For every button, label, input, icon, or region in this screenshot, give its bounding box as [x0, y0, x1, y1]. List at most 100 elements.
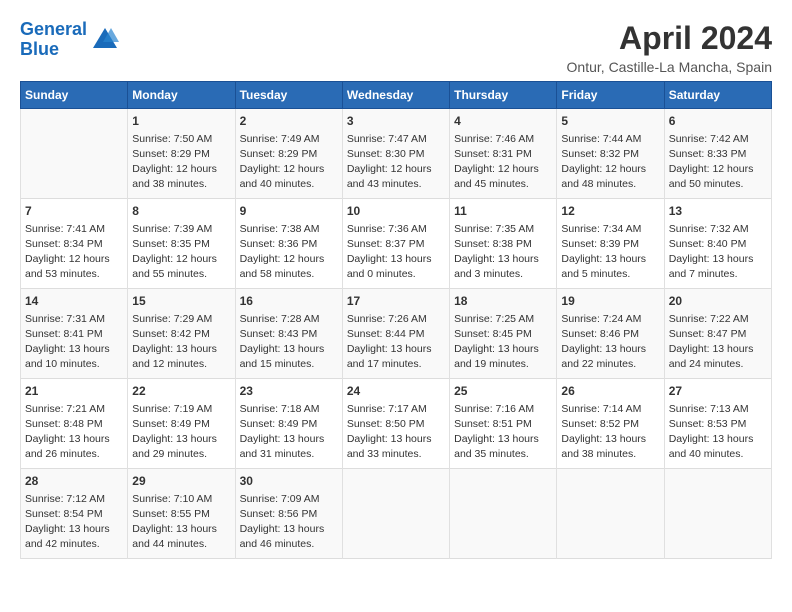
calendar-cell: 10 Sunrise: 7:36 AM Sunset: 8:37 PM Dayli… — [342, 199, 449, 289]
week-row-1: 1 Sunrise: 7:50 AM Sunset: 8:29 PM Daylig… — [21, 109, 772, 199]
day-info: Sunrise: 7:38 AM Sunset: 8:36 PM Dayligh… — [240, 222, 338, 283]
day-number: 23 — [240, 383, 338, 400]
header-day-saturday: Saturday — [664, 82, 771, 109]
header-day-friday: Friday — [557, 82, 664, 109]
day-number: 18 — [454, 293, 552, 310]
day-number: 5 — [561, 113, 659, 130]
week-row-5: 28 Sunrise: 7:12 AM Sunset: 8:54 PM Dayli… — [21, 469, 772, 559]
page-header: GeneralBlue April 2024 Ontur, Castille-L… — [20, 20, 772, 75]
calendar-cell: 3 Sunrise: 7:47 AM Sunset: 8:30 PM Daylig… — [342, 109, 449, 199]
day-info: Sunrise: 7:32 AM Sunset: 8:40 PM Dayligh… — [669, 222, 767, 283]
calendar-cell — [450, 469, 557, 559]
calendar-cell: 20Sunrise: 7:22 AM Sunset: 8:47 PM Dayli… — [664, 289, 771, 379]
calendar-table: SundayMondayTuesdayWednesdayThursdayFrid… — [20, 81, 772, 559]
calendar-body: 1 Sunrise: 7:50 AM Sunset: 8:29 PM Daylig… — [21, 109, 772, 559]
header-day-thursday: Thursday — [450, 82, 557, 109]
day-number: 27 — [669, 383, 767, 400]
day-info: Sunrise: 7:39 AM Sunset: 8:35 PM Dayligh… — [132, 222, 230, 283]
day-number: 14 — [25, 293, 123, 310]
day-number: 16 — [240, 293, 338, 310]
day-number: 30 — [240, 473, 338, 490]
day-info: Sunrise: 7:36 AM Sunset: 8:37 PM Dayligh… — [347, 222, 445, 283]
day-number: 11 — [454, 203, 552, 220]
day-number: 24 — [347, 383, 445, 400]
day-info: Sunrise: 7:47 AM Sunset: 8:30 PM Dayligh… — [347, 132, 445, 193]
calendar-cell: 15Sunrise: 7:29 AM Sunset: 8:42 PM Dayli… — [128, 289, 235, 379]
day-info: Sunrise: 7:17 AM Sunset: 8:50 PM Dayligh… — [347, 402, 445, 463]
day-number: 4 — [454, 113, 552, 130]
day-number: 26 — [561, 383, 659, 400]
day-info: Sunrise: 7:09 AM Sunset: 8:56 PM Dayligh… — [240, 492, 338, 553]
calendar-cell: 25Sunrise: 7:16 AM Sunset: 8:51 PM Dayli… — [450, 379, 557, 469]
calendar-cell: 30 Sunrise: 7:09 AM Sunset: 8:56 PM Dayli… — [235, 469, 342, 559]
calendar-cell: 6 Sunrise: 7:42 AM Sunset: 8:33 PM Daylig… — [664, 109, 771, 199]
calendar-cell: 26 Sunrise: 7:14 AM Sunset: 8:52 PM Dayli… — [557, 379, 664, 469]
day-number: 3 — [347, 113, 445, 130]
day-number: 17 — [347, 293, 445, 310]
calendar-cell: 13Sunrise: 7:32 AM Sunset: 8:40 PM Dayli… — [664, 199, 771, 289]
calendar-cell — [342, 469, 449, 559]
day-number: 1 — [132, 113, 230, 130]
day-number: 6 — [669, 113, 767, 130]
calendar-cell: 2Sunrise: 7:49 AM Sunset: 8:29 PM Daylig… — [235, 109, 342, 199]
day-number: 2 — [240, 113, 338, 130]
calendar-cell: 8 Sunrise: 7:39 AM Sunset: 8:35 PM Daylig… — [128, 199, 235, 289]
day-info: Sunrise: 7:31 AM Sunset: 8:41 PM Dayligh… — [25, 312, 123, 373]
day-info: Sunrise: 7:35 AM Sunset: 8:38 PM Dayligh… — [454, 222, 552, 283]
logo-icon — [91, 26, 119, 54]
calendar-cell: 29 Sunrise: 7:10 AM Sunset: 8:55 PM Dayli… — [128, 469, 235, 559]
calendar-cell: 1 Sunrise: 7:50 AM Sunset: 8:29 PM Daylig… — [128, 109, 235, 199]
calendar-cell: 19 Sunrise: 7:24 AM Sunset: 8:46 PM Dayli… — [557, 289, 664, 379]
day-number: 8 — [132, 203, 230, 220]
calendar-cell: 18 Sunrise: 7:25 AM Sunset: 8:45 PM Dayli… — [450, 289, 557, 379]
calendar-cell: 9 Sunrise: 7:38 AM Sunset: 8:36 PM Daylig… — [235, 199, 342, 289]
day-number: 20 — [669, 293, 767, 310]
day-info: Sunrise: 7:19 AM Sunset: 8:49 PM Dayligh… — [132, 402, 230, 463]
calendar-cell: 5Sunrise: 7:44 AM Sunset: 8:32 PM Daylig… — [557, 109, 664, 199]
calendar-cell: 17 Sunrise: 7:26 AM Sunset: 8:44 PM Dayli… — [342, 289, 449, 379]
day-number: 12 — [561, 203, 659, 220]
week-row-2: 7Sunrise: 7:41 AM Sunset: 8:34 PM Daylig… — [21, 199, 772, 289]
week-row-3: 14 Sunrise: 7:31 AM Sunset: 8:41 PM Dayli… — [21, 289, 772, 379]
calendar-cell — [664, 469, 771, 559]
day-info: Sunrise: 7:41 AM Sunset: 8:34 PM Dayligh… — [25, 222, 123, 283]
subtitle: Ontur, Castille-La Mancha, Spain — [567, 59, 772, 75]
day-info: Sunrise: 7:46 AM Sunset: 8:31 PM Dayligh… — [454, 132, 552, 193]
day-info: Sunrise: 7:12 AM Sunset: 8:54 PM Dayligh… — [25, 492, 123, 553]
logo-text: GeneralBlue — [20, 20, 87, 60]
day-info: Sunrise: 7:29 AM Sunset: 8:42 PM Dayligh… — [132, 312, 230, 373]
calendar-cell — [557, 469, 664, 559]
header-day-wednesday: Wednesday — [342, 82, 449, 109]
calendar-cell: 22 Sunrise: 7:19 AM Sunset: 8:49 PM Dayli… — [128, 379, 235, 469]
day-info: Sunrise: 7:14 AM Sunset: 8:52 PM Dayligh… — [561, 402, 659, 463]
calendar-header: SundayMondayTuesdayWednesdayThursdayFrid… — [21, 82, 772, 109]
day-info: Sunrise: 7:26 AM Sunset: 8:44 PM Dayligh… — [347, 312, 445, 373]
day-number: 10 — [347, 203, 445, 220]
calendar-cell: 12 Sunrise: 7:34 AM Sunset: 8:39 PM Dayli… — [557, 199, 664, 289]
day-number: 25 — [454, 383, 552, 400]
calendar-cell: 24 Sunrise: 7:17 AM Sunset: 8:50 PM Dayli… — [342, 379, 449, 469]
day-number: 29 — [132, 473, 230, 490]
day-number: 28 — [25, 473, 123, 490]
day-info: Sunrise: 7:50 AM Sunset: 8:29 PM Dayligh… — [132, 132, 230, 193]
day-info: Sunrise: 7:42 AM Sunset: 8:33 PM Dayligh… — [669, 132, 767, 193]
day-info: Sunrise: 7:13 AM Sunset: 8:53 PM Dayligh… — [669, 402, 767, 463]
calendar-cell: 27 Sunrise: 7:13 AM Sunset: 8:53 PM Dayli… — [664, 379, 771, 469]
calendar-cell: 28 Sunrise: 7:12 AM Sunset: 8:54 PM Dayli… — [21, 469, 128, 559]
day-number: 19 — [561, 293, 659, 310]
day-number: 22 — [132, 383, 230, 400]
header-day-monday: Monday — [128, 82, 235, 109]
day-number: 21 — [25, 383, 123, 400]
day-info: Sunrise: 7:18 AM Sunset: 8:49 PM Dayligh… — [240, 402, 338, 463]
week-row-4: 21 Sunrise: 7:21 AM Sunset: 8:48 PM Dayli… — [21, 379, 772, 469]
day-info: Sunrise: 7:10 AM Sunset: 8:55 PM Dayligh… — [132, 492, 230, 553]
day-info: Sunrise: 7:25 AM Sunset: 8:45 PM Dayligh… — [454, 312, 552, 373]
calendar-cell — [21, 109, 128, 199]
day-number: 9 — [240, 203, 338, 220]
day-info: Sunrise: 7:21 AM Sunset: 8:48 PM Dayligh… — [25, 402, 123, 463]
day-info: Sunrise: 7:34 AM Sunset: 8:39 PM Dayligh… — [561, 222, 659, 283]
main-title: April 2024 — [567, 20, 772, 57]
day-info: Sunrise: 7:24 AM Sunset: 8:46 PM Dayligh… — [561, 312, 659, 373]
calendar-cell: 11 Sunrise: 7:35 AM Sunset: 8:38 PM Dayli… — [450, 199, 557, 289]
header-day-sunday: Sunday — [21, 82, 128, 109]
